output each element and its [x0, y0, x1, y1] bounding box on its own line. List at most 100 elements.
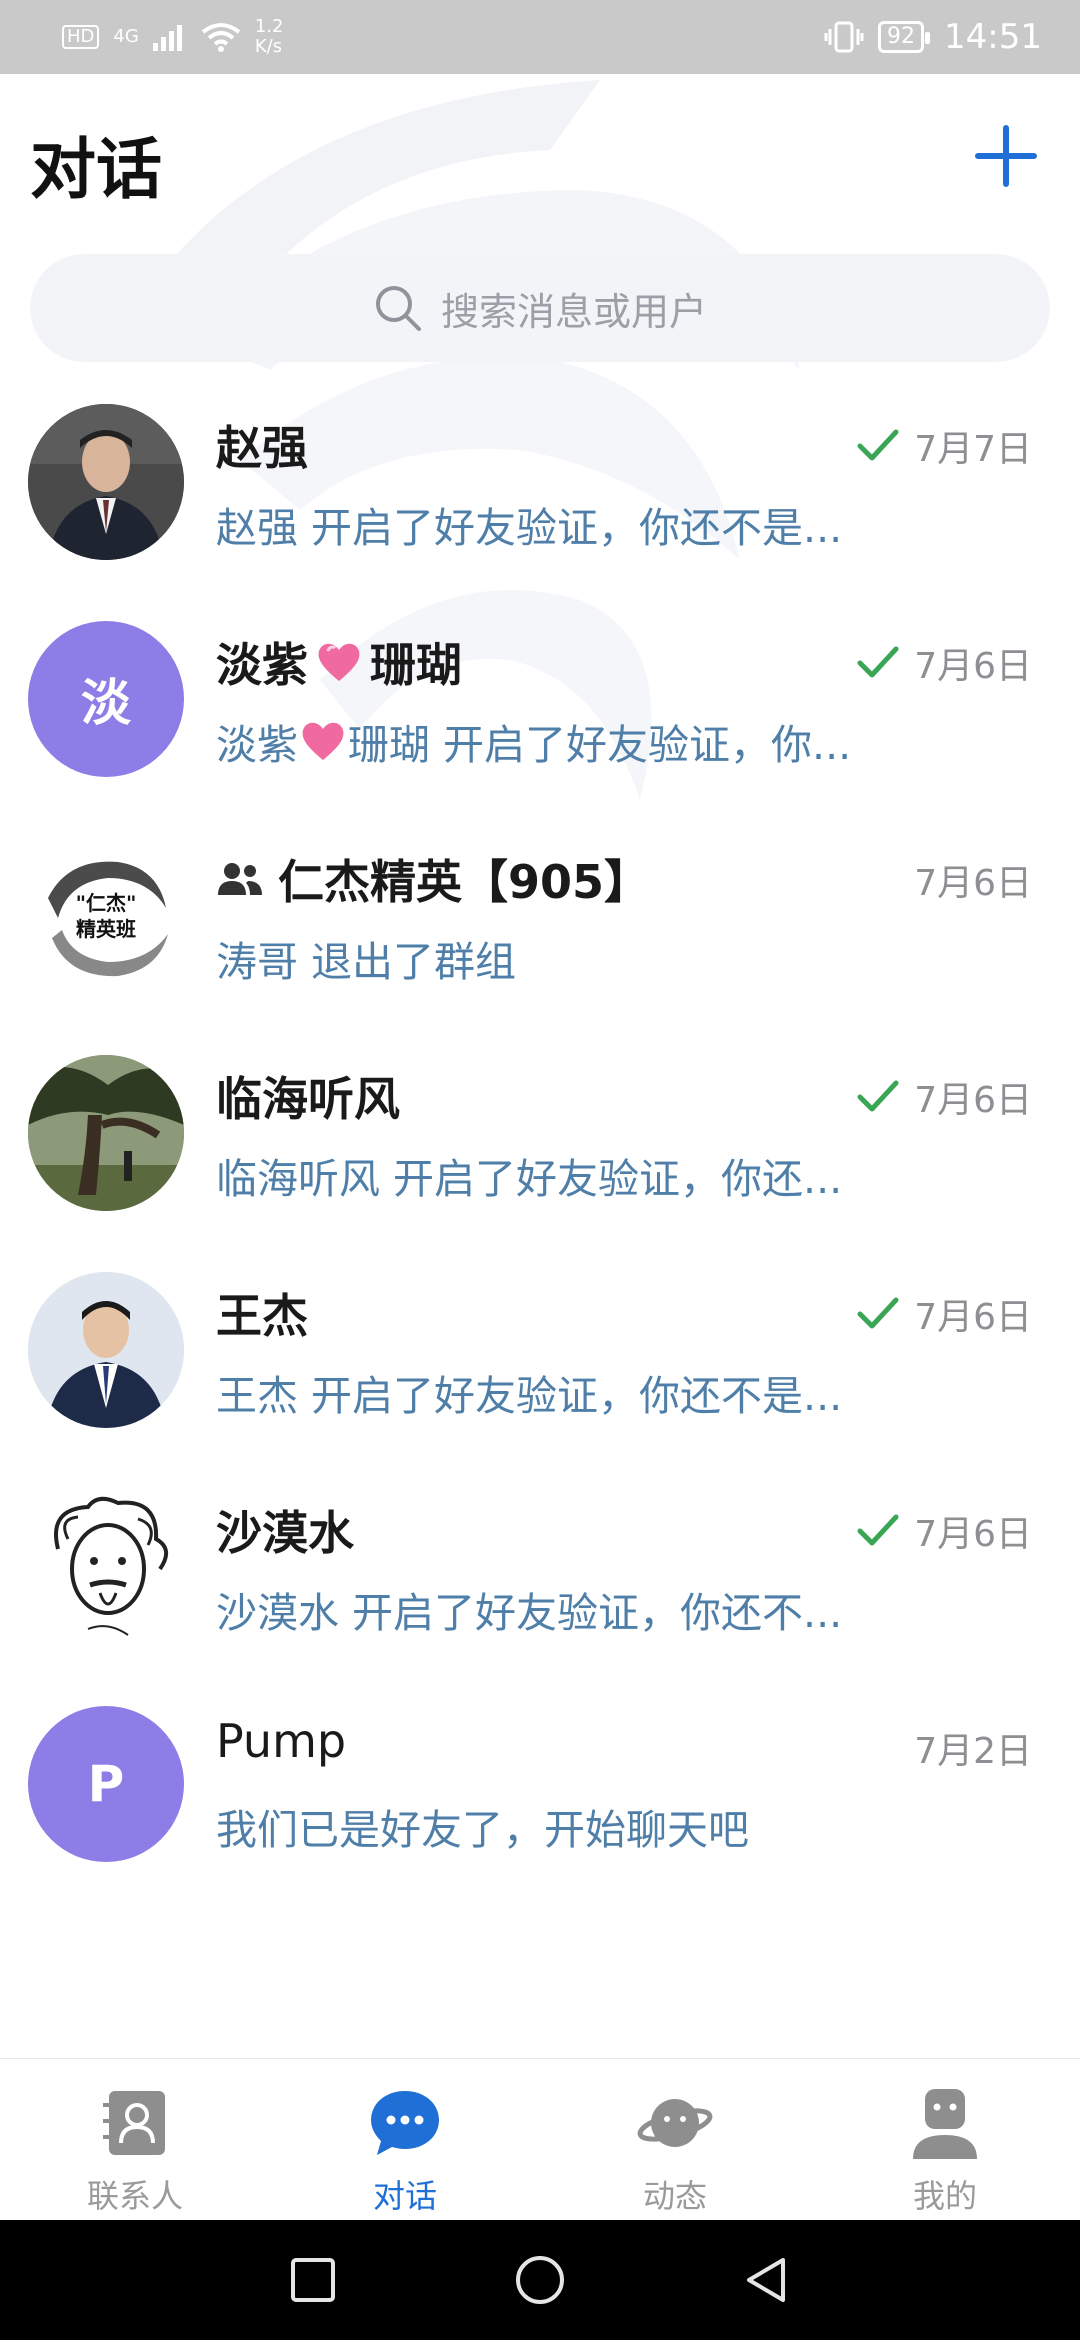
nav-contacts[interactable]: 联系人 [0, 2059, 270, 2220]
bottom-nav: 联系人 对话 动态 我的 [0, 2058, 1080, 2220]
conversation-preview: 淡紫 珊瑚 开启了好友验证，你... [216, 711, 956, 771]
signal-icon [152, 25, 182, 51]
nav-profile[interactable]: 我的 [810, 2059, 1080, 2220]
network-type: 4G [113, 26, 139, 47]
conversation-meta: 7月2日 [914, 1722, 1032, 1774]
nav-label: 对话 [372, 2177, 437, 2215]
ink-logo-icon: "仁杰" 精英班 [28, 838, 184, 994]
robot-profile-icon [913, 2089, 977, 2159]
read-check-icon [857, 1514, 899, 1546]
page-title: 对话 [30, 131, 162, 208]
search-placeholder: 搜索消息或用户 [440, 289, 707, 334]
group-name: 仁杰精英【905】 [278, 855, 651, 909]
conversation-item[interactable]: 王杰 7月6日 王杰 开启了好友验证，你还不是... [0, 1266, 1080, 1483]
nav-moments[interactable]: 动态 [540, 2059, 810, 2220]
conversation-name: 王杰 [216, 1289, 308, 1343]
svg-text:"仁杰": "仁杰" [76, 891, 137, 915]
chat-bubble-icon [371, 2091, 439, 2155]
conversation-date: 7月6日 [914, 863, 1032, 904]
conversation-preview: 涛哥 退出了群组 [216, 938, 517, 986]
conversation-preview: 沙漠水 开启了好友验证，你还不... [216, 1589, 843, 1637]
home-icon[interactable] [512, 2252, 568, 2308]
avatar: P [28, 1706, 184, 1862]
avatar [28, 1489, 184, 1645]
hd-badge: HD [62, 25, 100, 49]
nav-label: 联系人 [86, 2177, 183, 2215]
conversation-date: 7月6日 [914, 1514, 1032, 1555]
conversation-date: 7月6日 [914, 1080, 1032, 1121]
conversation-list: 赵强 7月7日 赵强 开启了好友验证，你还不是... 淡 淡紫 珊瑚 7月6日 [0, 398, 1080, 1917]
tree-photo-icon [28, 1055, 184, 1211]
conversation-name: Pump [216, 1714, 347, 1768]
pink-heart-icon [302, 722, 344, 760]
conversation-name: 临海听风 [216, 1072, 400, 1126]
add-icon[interactable] [972, 122, 1040, 190]
avatar [28, 1272, 184, 1428]
person-photo-icon [28, 404, 184, 560]
speed-value: 1.2 [254, 16, 284, 37]
conversation-meta: 7月6日 [856, 1505, 1032, 1557]
nav-label: 我的 [912, 2177, 977, 2215]
conversation-meta: 7月6日 [856, 1071, 1032, 1123]
conversation-name: 淡紫 珊瑚 [216, 629, 462, 695]
battery-indicator: 92 [878, 21, 931, 53]
speed-unit: K/s [254, 36, 283, 57]
vibrate-icon [824, 21, 864, 53]
recent-apps-icon[interactable] [285, 2252, 341, 2308]
conversation-item[interactable]: 沙漠水 7月6日 沙漠水 开启了好友验证，你还不... [0, 1483, 1080, 1700]
avatar-initial: 淡 [81, 674, 131, 732]
name-part: 淡紫 [216, 638, 308, 692]
avatar-initial: P [87, 1755, 125, 1813]
preview-part: 珊瑚 开启了好友验证，你... [348, 721, 852, 769]
nav-label: 动态 [642, 2177, 707, 2215]
conversation-item[interactable]: 临海听风 7月6日 临海听风 开启了好友验证，你还... [0, 1049, 1080, 1266]
avatar [28, 404, 184, 560]
status-left: HD 4G 1.2 K/s [62, 17, 283, 57]
status-bar: HD 4G 1.2 K/s 92 14:51 [0, 0, 1080, 74]
conversation-meta: 7月6日 [856, 1288, 1032, 1340]
planet-icon [637, 2099, 713, 2147]
conversation-meta: 7月6日 [856, 637, 1032, 689]
svg-text:精英班: 精英班 [76, 917, 136, 941]
conversation-preview: 我们已是好友了，开始聊天吧 [216, 1806, 749, 1854]
conversation-date: 7月6日 [914, 646, 1032, 687]
conversation-item[interactable]: "仁杰" 精英班 仁杰精英【905】 7月6日 涛哥 退出了群组 [0, 832, 1080, 1049]
contacts-icon [103, 2091, 165, 2155]
conversation-meta: 7月6日 [914, 854, 1032, 906]
group-icon [218, 863, 262, 895]
avatar: "仁杰" 精英班 [28, 838, 184, 994]
conversation-preview: 王杰 开启了好友验证，你还不是... [216, 1372, 843, 1420]
conversation-item[interactable]: 赵强 7月7日 赵强 开启了好友验证，你还不是... [0, 398, 1080, 615]
system-nav-bar [0, 2220, 1080, 2340]
conversation-preview: 临海听风 开启了好友验证，你还... [216, 1155, 843, 1203]
back-icon[interactable] [739, 2252, 795, 2308]
conversation-meta: 7月7日 [856, 420, 1032, 472]
conversation-item[interactable]: 淡 淡紫 珊瑚 7月6日 淡紫 珊瑚 开启了好友验证，你... [0, 615, 1080, 832]
avatar [28, 1055, 184, 1211]
conversation-preview: 赵强 开启了好友验证，你还不是... [216, 504, 843, 552]
conversation-date: 7月6日 [914, 1297, 1032, 1338]
name-part: 珊瑚 [370, 638, 462, 692]
search-icon [375, 286, 421, 331]
avatar: 淡 [28, 621, 184, 777]
clock: 14:51 [944, 17, 1042, 57]
conversation-date: 7月7日 [914, 429, 1032, 470]
conversation-name: 沙漠水 [216, 1506, 354, 1560]
pink-heart-icon [318, 643, 360, 681]
conversation-item[interactable]: P Pump 7月2日 我们已是好友了，开始聊天吧 [0, 1700, 1080, 1917]
nav-chats[interactable]: 对话 [270, 2059, 540, 2220]
read-check-icon [857, 1297, 899, 1329]
person-photo-icon [28, 1272, 184, 1428]
header: 对话 [0, 74, 1080, 244]
status-right: 92 14:51 [824, 17, 1042, 57]
conversation-date: 7月2日 [914, 1731, 1032, 1772]
preview-part: 淡紫 [216, 721, 298, 769]
read-check-icon [857, 429, 899, 461]
wifi-icon [201, 23, 241, 52]
read-check-icon [857, 1080, 899, 1112]
network-speed: 1.2 K/s [255, 17, 284, 57]
sketch-portrait-icon [28, 1489, 184, 1645]
conversation-name: 赵强 [216, 421, 308, 475]
conversation-name: 仁杰精英【905】 [216, 846, 650, 912]
search-input[interactable]: 搜索消息或用户 [30, 254, 1050, 362]
